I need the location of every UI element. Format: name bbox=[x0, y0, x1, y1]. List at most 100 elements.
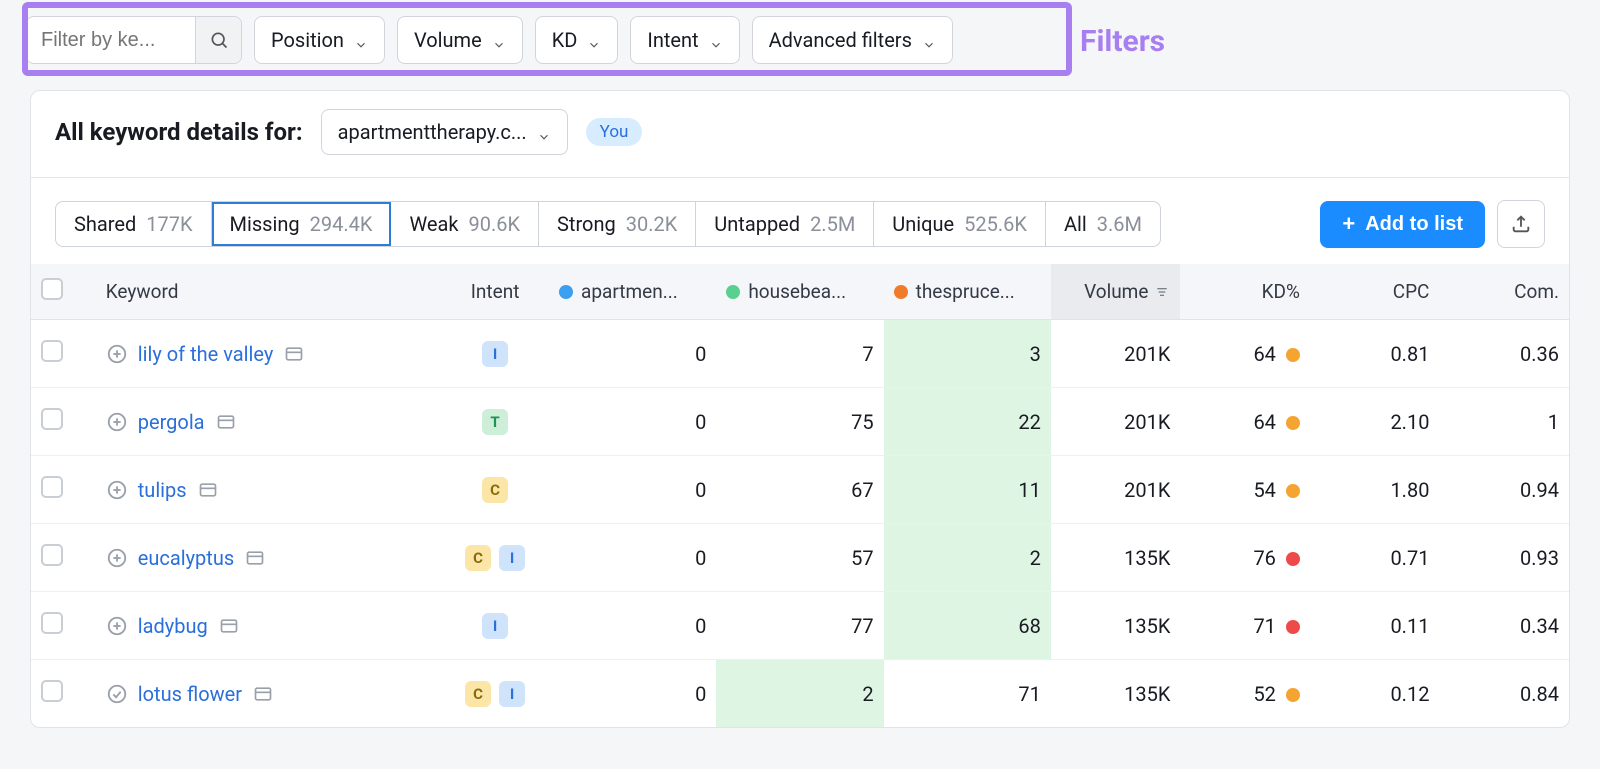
tab-weak[interactable]: Weak 90.6K bbox=[391, 202, 539, 246]
tab-shared[interactable]: Shared 177K bbox=[56, 202, 212, 246]
chevron-down-icon bbox=[537, 125, 551, 139]
expand-icon[interactable] bbox=[106, 479, 128, 501]
volume-value: 135K bbox=[1051, 592, 1181, 660]
filter-position-label: Position bbox=[271, 28, 344, 52]
tab-missing[interactable]: Missing 294.4K bbox=[212, 202, 392, 246]
comp2-value: 2 bbox=[716, 660, 883, 728]
domain-select[interactable]: apartmenttherapy.c... bbox=[321, 109, 568, 155]
col-com[interactable]: Com. bbox=[1439, 264, 1569, 320]
tab-count: 30.2K bbox=[626, 212, 678, 236]
volume-value: 135K bbox=[1051, 524, 1181, 592]
callout-label: Filters bbox=[1080, 24, 1165, 59]
tab-label: All bbox=[1064, 212, 1087, 236]
row-checkbox[interactable] bbox=[41, 612, 63, 634]
tab-label: Unique bbox=[892, 212, 954, 236]
row-checkbox[interactable] bbox=[41, 544, 63, 566]
tab-count: 90.6K bbox=[469, 212, 521, 236]
col-volume[interactable]: Volume bbox=[1051, 264, 1181, 320]
filter-keyword-search[interactable] bbox=[26, 16, 242, 64]
expand-icon[interactable] bbox=[106, 547, 128, 569]
tab-strong[interactable]: Strong 30.2K bbox=[539, 202, 696, 246]
keyword-link[interactable]: eucalyptus bbox=[138, 546, 234, 570]
kd-dot bbox=[1286, 416, 1300, 430]
serp-icon[interactable] bbox=[252, 683, 274, 705]
table-row: pergolaT07522201K642.101 bbox=[31, 388, 1569, 456]
com-value: 0.94 bbox=[1439, 456, 1569, 524]
keyword-link[interactable]: pergola bbox=[138, 410, 205, 434]
com-value: 0.34 bbox=[1439, 592, 1569, 660]
kd-value: 64 bbox=[1180, 388, 1310, 456]
filter-intent-label: Intent bbox=[647, 28, 698, 52]
kd-value: 64 bbox=[1180, 320, 1310, 388]
keyword-table: Keyword Intent apartmen... housebea... t… bbox=[31, 264, 1569, 727]
intent-badge-I: I bbox=[482, 341, 508, 367]
filter-volume[interactable]: Volume bbox=[397, 16, 523, 64]
add-to-list-label: Add to list bbox=[1365, 213, 1463, 236]
row-checkbox[interactable] bbox=[41, 476, 63, 498]
col-competitor-3[interactable]: thespruce... bbox=[884, 264, 1051, 320]
table-row: ladybugI07768135K710.110.34 bbox=[31, 592, 1569, 660]
export-button[interactable] bbox=[1497, 200, 1545, 248]
chevron-down-icon bbox=[709, 33, 723, 47]
chevron-down-icon bbox=[587, 33, 601, 47]
serp-icon[interactable] bbox=[283, 343, 305, 365]
kd-value: 54 bbox=[1180, 456, 1310, 524]
comp3-value: 71 bbox=[884, 660, 1051, 728]
intent-cell: CI bbox=[451, 681, 539, 707]
intent-badge-C: C bbox=[465, 681, 491, 707]
col-competitor-2[interactable]: housebea... bbox=[716, 264, 883, 320]
keyword-link[interactable]: ladybug bbox=[138, 614, 208, 638]
serp-icon[interactable] bbox=[197, 479, 219, 501]
row-checkbox[interactable] bbox=[41, 408, 63, 430]
comp2-value: 77 bbox=[716, 592, 883, 660]
filter-keyword-input[interactable] bbox=[27, 19, 185, 62]
add-to-list-button[interactable]: + Add to list bbox=[1320, 201, 1485, 248]
filter-advanced[interactable]: Advanced filters bbox=[752, 16, 953, 64]
select-all-checkbox[interactable] bbox=[41, 278, 63, 300]
kd-dot bbox=[1286, 688, 1300, 702]
domain-selected-label: apartmenttherapy.c... bbox=[338, 120, 527, 144]
comp1-value: 0 bbox=[549, 660, 716, 728]
filter-position[interactable]: Position bbox=[254, 16, 385, 64]
expand-icon[interactable] bbox=[106, 411, 128, 433]
row-checkbox[interactable] bbox=[41, 340, 63, 362]
keyword-category-tabs: Shared 177KMissing 294.4KWeak 90.6KStron… bbox=[55, 201, 1161, 247]
comp3-value: 3 bbox=[884, 320, 1051, 388]
intent-cell: T bbox=[451, 409, 539, 435]
row-checkbox[interactable] bbox=[41, 680, 63, 702]
com-value: 1 bbox=[1439, 388, 1569, 456]
serp-icon[interactable] bbox=[215, 411, 237, 433]
table-row: lotus flowerCI0271135K520.120.84 bbox=[31, 660, 1569, 728]
expand-icon[interactable] bbox=[106, 615, 128, 637]
expand-icon[interactable] bbox=[106, 683, 128, 705]
comp3-value: 2 bbox=[884, 524, 1051, 592]
comp2-value: 75 bbox=[716, 388, 883, 456]
filter-advanced-label: Advanced filters bbox=[769, 28, 912, 52]
comp3-value: 68 bbox=[884, 592, 1051, 660]
col-competitor-1[interactable]: apartmen... bbox=[549, 264, 716, 320]
search-icon[interactable] bbox=[195, 17, 241, 63]
comp1-value: 0 bbox=[549, 456, 716, 524]
col-kd[interactable]: KD% bbox=[1180, 264, 1310, 320]
keyword-link[interactable]: lily of the valley bbox=[138, 342, 274, 366]
serp-icon[interactable] bbox=[218, 615, 240, 637]
intent-badge-T: T bbox=[482, 409, 508, 435]
volume-value: 201K bbox=[1051, 456, 1181, 524]
keyword-link[interactable]: lotus flower bbox=[138, 682, 242, 706]
col-intent[interactable]: Intent bbox=[441, 264, 549, 320]
intent-cell: I bbox=[451, 613, 539, 639]
serp-icon[interactable] bbox=[244, 547, 266, 569]
tab-all[interactable]: All 3.6M bbox=[1046, 202, 1160, 246]
volume-value: 201K bbox=[1051, 388, 1181, 456]
keyword-link[interactable]: tulips bbox=[138, 478, 187, 502]
col-keyword[interactable]: Keyword bbox=[96, 264, 441, 320]
expand-icon[interactable] bbox=[106, 343, 128, 365]
sort-desc-icon bbox=[1148, 280, 1170, 303]
tab-untapped[interactable]: Untapped 2.5M bbox=[696, 202, 874, 246]
filter-intent[interactable]: Intent bbox=[630, 16, 739, 64]
filter-kd[interactable]: KD bbox=[535, 16, 619, 64]
table-row: eucalyptusCI0572135K760.710.93 bbox=[31, 524, 1569, 592]
col-cpc[interactable]: CPC bbox=[1310, 264, 1440, 320]
tab-unique[interactable]: Unique 525.6K bbox=[874, 202, 1046, 246]
chevron-down-icon bbox=[492, 33, 506, 47]
